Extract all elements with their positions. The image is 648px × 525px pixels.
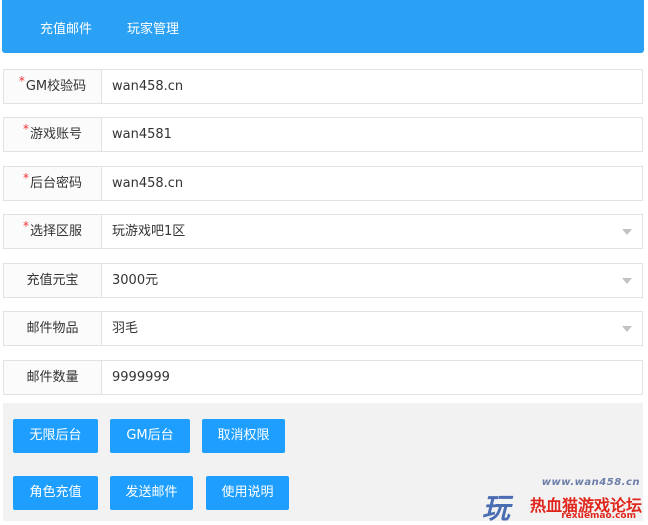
top-navigation-bar: 充值邮件 玩家管理: [2, 0, 644, 53]
required-mark: *: [22, 219, 29, 233]
mail-item-label: 邮件物品: [4, 312, 102, 345]
recharge-amount-select[interactable]: 3000元: [112, 264, 158, 297]
chevron-down-icon[interactable]: [622, 229, 632, 235]
role-recharge-button[interactable]: 角色充值: [13, 476, 98, 510]
form-row-server-select[interactable]: *选择区服 玩游戏吧1区: [3, 214, 643, 249]
unlimited-backend-button[interactable]: 无限后台: [13, 419, 98, 453]
form-row-game-account: *游戏账号 wan4581: [3, 117, 643, 152]
game-account-label: *游戏账号: [4, 118, 102, 151]
chevron-down-icon[interactable]: [622, 278, 632, 284]
server-select[interactable]: 玩游戏吧1区: [112, 215, 185, 248]
gm-code-label: *GM校验码: [4, 70, 102, 103]
required-mark: *: [22, 171, 29, 185]
watermark-subtitle: rexuemao.com: [561, 511, 636, 521]
form-row-recharge-amount[interactable]: 充值元宝 3000元: [3, 263, 643, 298]
required-mark: *: [18, 74, 25, 88]
form-row-mail-item[interactable]: 邮件物品 羽毛: [3, 311, 643, 346]
mail-item-select[interactable]: 羽毛: [112, 312, 138, 345]
revoke-permission-button[interactable]: 取消权限: [202, 419, 285, 453]
tab-player-management[interactable]: 玩家管理: [127, 18, 179, 37]
mail-quantity-label: 邮件数量: [4, 361, 102, 394]
form-row-backend-password: *后台密码 wan458.cn: [3, 166, 643, 201]
form-row-gm-code: *GM校验码 wan458.cn: [3, 69, 643, 104]
site-watermark: www.wan458.cn 玩 热血猫游戏论坛 rexuemao.com: [482, 477, 642, 525]
watermark-url: www.wan458.cn: [541, 477, 640, 488]
mail-quantity-input[interactable]: 9999999: [112, 361, 170, 394]
chevron-down-icon[interactable]: [622, 326, 632, 332]
watermark-logo-glyph: 玩: [482, 492, 511, 525]
game-account-input[interactable]: wan4581: [112, 118, 172, 151]
required-mark: *: [22, 122, 29, 136]
gm-backend-button[interactable]: GM后台: [110, 419, 190, 453]
backend-password-label: *后台密码: [4, 167, 102, 200]
tab-recharge-mail[interactable]: 充值邮件: [40, 18, 92, 37]
form-row-mail-quantity: 邮件数量 9999999: [3, 360, 643, 395]
send-mail-button[interactable]: 发送邮件: [110, 476, 193, 510]
server-select-label: *选择区服: [4, 215, 102, 248]
recharge-amount-label: 充值元宝: [4, 264, 102, 297]
gm-code-input[interactable]: wan458.cn: [112, 70, 183, 103]
backend-password-input[interactable]: wan458.cn: [112, 167, 183, 200]
instructions-button[interactable]: 使用说明: [206, 476, 289, 510]
